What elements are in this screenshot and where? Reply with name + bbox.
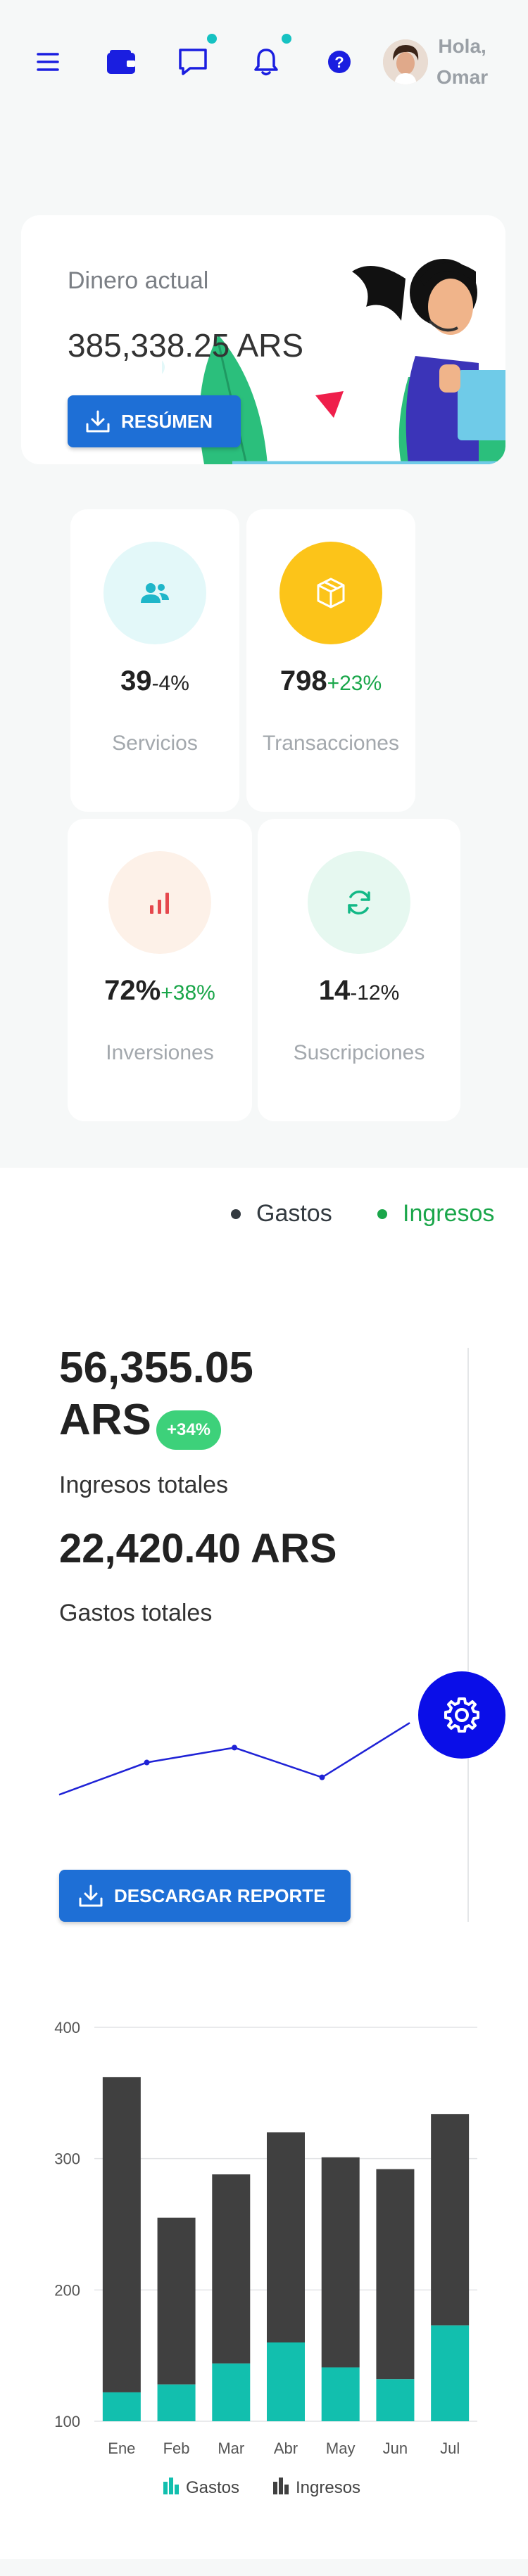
bar-gastos[interactable]: [102, 2392, 141, 2421]
stat-card-subscriptions[interactable]: 14-12% Suscripciones: [258, 819, 460, 1121]
bar-gastos[interactable]: [321, 2367, 360, 2421]
sparkline-path: [58, 1722, 410, 1796]
legend-label[interactable]: Gastos: [186, 2478, 239, 2497]
chat-icon[interactable]: [175, 34, 217, 80]
legend-swatch: [169, 2478, 173, 2494]
stat-label: Servicios: [112, 732, 198, 755]
y-tick-label: 200: [54, 2281, 80, 2299]
legend-swatch: [279, 2478, 283, 2494]
stat-value: 14-12%: [258, 975, 460, 1007]
bell-icon[interactable]: [248, 34, 291, 80]
income-section: Gastos Ingresos 56,355.05 ARS +34% Ingre…: [0, 1168, 528, 1949]
bar-gastos[interactable]: [431, 2325, 470, 2421]
x-tick-label: Mar: [218, 2440, 244, 2457]
bar-chart-icon: [150, 893, 169, 914]
download-icon: [79, 1885, 103, 1907]
stat-card-transactions[interactable]: 798+23% Transacciones: [246, 509, 415, 812]
bar-gastos[interactable]: [157, 2384, 196, 2421]
x-tick-label: Feb: [163, 2440, 190, 2457]
legend-label[interactable]: Ingresos: [296, 2478, 360, 2497]
download-report-label: DESCARGAR REPORTE: [114, 1885, 326, 1906]
services-icon-circle: [103, 542, 206, 644]
bell-notification-dot: [282, 34, 291, 44]
balance-label: Dinero actual: [68, 267, 209, 294]
sparkline-point: [232, 1745, 237, 1751]
legend-swatch: [163, 2482, 168, 2494]
y-tick-label: 100: [54, 2413, 80, 2430]
x-tick-label: Jul: [440, 2440, 460, 2457]
stat-change: -12%: [350, 981, 400, 1005]
bar-ingresos[interactable]: [431, 2114, 470, 2326]
x-tick-label: Jun: [383, 2440, 408, 2457]
sparkline-point: [144, 1759, 150, 1766]
legend-swatch: [284, 2485, 289, 2494]
bar-gastos[interactable]: [212, 2363, 251, 2421]
balance-value: 385,338.25 ARS: [68, 327, 304, 364]
summary-button[interactable]: RESÚMEN: [68, 395, 241, 447]
x-tick-label: May: [326, 2440, 356, 2457]
stat-number: 39: [120, 665, 152, 696]
legend-swatch: [273, 2482, 277, 2494]
top-bar: ? Hola, Omar: [0, 0, 528, 127]
download-report-button[interactable]: DESCARGAR REPORTE: [59, 1870, 351, 1922]
avatar[interactable]: [383, 39, 428, 84]
y-tick-label: 400: [54, 2019, 80, 2036]
stat-label: Suscripciones: [293, 1041, 425, 1064]
stat-change: -4%: [151, 672, 189, 695]
greeting: Hola, Omar: [436, 31, 488, 93]
box-icon: [317, 578, 345, 608]
stacked-bar-chart: 100 200 300 400 Ene Feb Mar Abr May Jun Jul Gastos I…: [54, 2019, 477, 2497]
transactions-icon-circle: [279, 542, 382, 644]
wallet-icon[interactable]: [103, 44, 139, 80]
stat-number: 798: [279, 665, 327, 696]
bar-gastos[interactable]: [267, 2342, 305, 2421]
stat-value: 72%+38%: [68, 975, 252, 1007]
summary-button-label: RESÚMEN: [121, 410, 213, 432]
stat-change: +38%: [161, 981, 215, 1005]
investments-icon-circle: [108, 851, 211, 954]
legend-swatch: [175, 2485, 179, 2494]
y-tick-label: 300: [54, 2150, 80, 2168]
bar-ingresos[interactable]: [102, 2077, 141, 2392]
stat-value: 39-4%: [70, 665, 239, 697]
download-icon: [86, 410, 110, 433]
stat-value: 798+23%: [246, 665, 415, 697]
x-tick-label: Abr: [274, 2440, 298, 2457]
stat-card-investments[interactable]: 72%+38% Inversiones: [68, 819, 252, 1121]
bar-ingresos[interactable]: [157, 2217, 196, 2385]
stat-card-services[interactable]: 39-4% Servicios: [70, 509, 239, 812]
stat-number: 72%: [104, 975, 161, 1006]
help-icon[interactable]: ?: [321, 44, 358, 80]
bar-ingresos[interactable]: [267, 2132, 305, 2342]
bar-ingresos[interactable]: [212, 2174, 251, 2364]
stat-label: Inversiones: [106, 1041, 214, 1064]
users-icon: [141, 583, 169, 603]
bar-chart-section: 100 200 300 400 Ene Feb Mar Abr May Jun Jul Gastos I…: [0, 1949, 528, 2559]
svg-text:?: ?: [334, 53, 344, 71]
menu-icon[interactable]: [30, 44, 66, 80]
sparkline-point: [319, 1774, 325, 1780]
greeting-user-name: Omar: [436, 66, 489, 88]
income-sparkline: [58, 1722, 410, 1796]
stat-number: 14: [318, 975, 351, 1006]
balance-card: Dinero actual 385,338.25 ARS RESÚMEN: [21, 215, 505, 464]
bar-ingresos[interactable]: [321, 2157, 360, 2368]
stat-change: +23%: [327, 672, 382, 695]
stat-label: Transacciones: [263, 732, 399, 755]
greeting-hello: Hola,: [438, 35, 486, 57]
x-tick-label: Ene: [108, 2440, 135, 2457]
subscriptions-icon-circle: [308, 851, 410, 954]
chat-notification-dot: [207, 34, 217, 44]
bar-ingresos[interactable]: [376, 2169, 415, 2380]
bar-gastos[interactable]: [376, 2379, 415, 2421]
settings-button[interactable]: [418, 1671, 505, 1759]
gear-icon: [444, 1697, 479, 1733]
refresh-icon: [348, 891, 370, 914]
